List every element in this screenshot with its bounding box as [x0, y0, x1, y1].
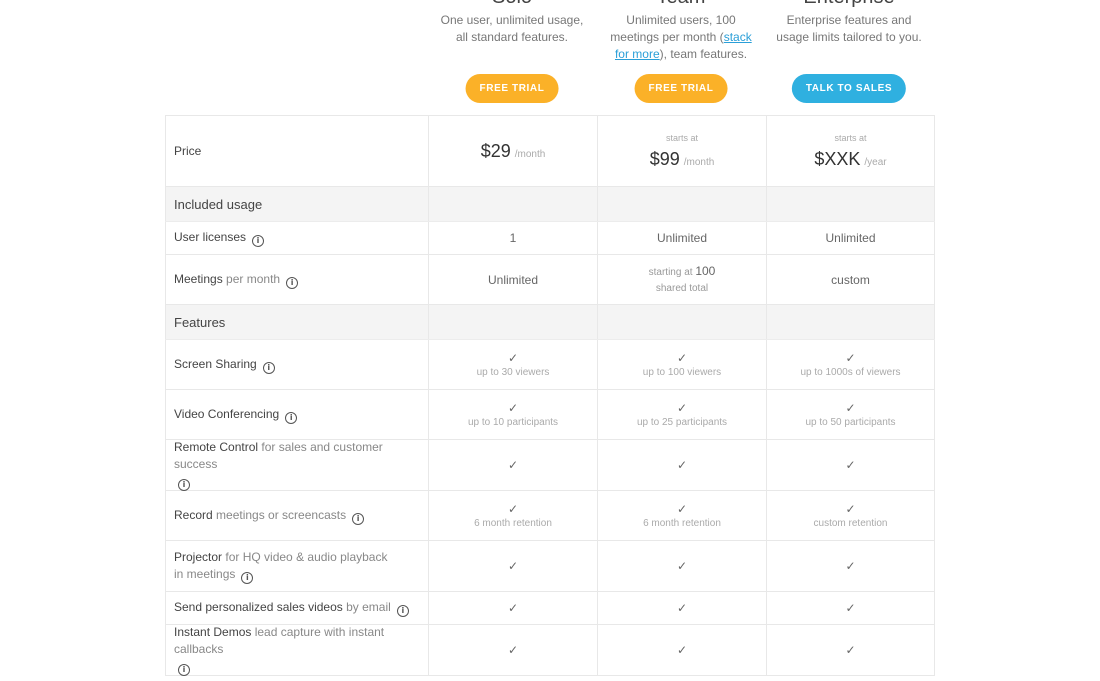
value-enterprise: custom retention	[813, 518, 888, 529]
value-team: Unlimited	[656, 231, 707, 245]
price-amount: $XXK	[814, 148, 861, 169]
table-row-meetings: Meetings per month i Unlimited starting a…	[165, 255, 935, 305]
table-row-user-licenses: User licenses i 1 Unlimited Unlimited	[165, 222, 935, 255]
row-label: Remote Control	[174, 440, 259, 454]
info-icon[interactable]: i	[252, 235, 265, 247]
check-icon: ✓	[845, 351, 856, 365]
check-icon: ✓	[676, 559, 688, 573]
plan-desc-text: ), team features.	[659, 47, 748, 61]
row-label: Send personalized sales videos	[174, 600, 343, 614]
value-solo: 1	[509, 231, 517, 245]
value-enterprise: custom	[831, 272, 870, 287]
row-label: Instant Demos	[174, 625, 252, 639]
price-enterprise: starts at $XXK /year	[766, 116, 935, 186]
starts-at-label: starts at	[834, 132, 867, 143]
plan-description: Enterprise features and usage limits tai…	[776, 13, 922, 44]
check-icon: ✓	[845, 502, 856, 516]
row-sublabel: meetings or screencasts	[216, 507, 347, 522]
info-icon[interactable]: i	[178, 479, 190, 491]
info-icon[interactable]: i	[262, 361, 275, 374]
value-team: up to 25 participants	[636, 417, 728, 428]
check-icon: ✓	[845, 601, 856, 615]
row-sublabel: per month	[226, 271, 281, 286]
plan-description: One user, unlimited usage, all standard …	[440, 13, 584, 44]
table-row-record: Record meetings or screencasts i ✓ 6 month…	[165, 491, 935, 541]
row-label: Projector	[174, 549, 223, 564]
value-team: starting at 100 shared total	[648, 263, 716, 294]
price-unit: /year	[864, 156, 887, 168]
pricing-table: Price $29 /month starts at $99 /month st…	[165, 115, 935, 676]
row-label: Screen Sharing	[174, 356, 257, 371]
plan-name: Team	[597, 0, 765, 9]
check-icon: ✓	[845, 458, 856, 472]
section-title: Features	[174, 314, 226, 330]
table-row-send-videos: Send personalized sales videos by email i…	[165, 592, 935, 625]
check-icon: ✓	[676, 401, 688, 415]
info-icon[interactable]: i	[352, 512, 365, 525]
table-row-remote-control: Remote Control for sales and customer su…	[165, 440, 935, 491]
info-icon[interactable]: i	[396, 605, 409, 617]
price-unit: /month	[514, 148, 546, 160]
value-enterprise: up to 50 participants	[805, 417, 896, 428]
price-team: starts at $99 /month	[597, 116, 766, 186]
table-row-price: Price $29 /month starts at $99 /month st…	[165, 116, 935, 187]
team-free-trial-button[interactable]: FREE TRIAL	[634, 74, 728, 103]
section-title: Included usage	[174, 196, 263, 212]
check-icon: ✓	[507, 559, 519, 573]
row-label: Video Conferencing	[174, 406, 280, 421]
check-icon: ✓	[507, 351, 519, 365]
check-icon: ✓	[676, 502, 688, 516]
value-solo: 6 month retention	[474, 518, 552, 529]
plan-desc-text: Unlimited users, 100 meetings per month …	[610, 13, 736, 44]
plan-name: Solo	[428, 0, 596, 9]
price-unit: /month	[683, 156, 715, 168]
price-amount: $99	[649, 148, 680, 169]
table-row-instant-demos: Instant Demos lead capture with instant …	[165, 625, 935, 676]
check-icon: ✓	[507, 401, 519, 415]
table-row-screen-sharing: Screen Sharing i ✓ up to 30 viewers ✓ up to…	[165, 340, 935, 390]
check-icon: ✓	[676, 601, 688, 615]
info-icon[interactable]: i	[241, 571, 254, 584]
solo-free-trial-button[interactable]: FREE TRIAL	[465, 74, 559, 103]
check-icon: ✓	[676, 351, 688, 365]
table-row-video-conferencing: Video Conferencing i ✓ up to 10 participan…	[165, 390, 935, 440]
price-label: Price	[174, 143, 202, 158]
value-solo: up to 10 participants	[467, 417, 559, 428]
value-solo: Unlimited	[487, 272, 538, 287]
row-sublabel: by email	[346, 600, 391, 614]
value-team: 6 month retention	[643, 518, 721, 529]
plan-name: Enterprise	[765, 0, 933, 9]
talk-to-sales-button[interactable]: TALK TO SALES	[791, 74, 907, 103]
check-icon: ✓	[676, 458, 688, 472]
info-icon[interactable]: i	[286, 276, 299, 289]
price-amount: $29	[480, 140, 511, 161]
check-icon: ✓	[507, 643, 519, 657]
row-label: Meetings	[174, 271, 223, 286]
row-label: Price	[165, 116, 428, 186]
check-icon: ✓	[845, 643, 856, 657]
value-solo: up to 30 viewers	[476, 367, 550, 378]
plan-description: Unlimited users, 100 meetings per month …	[607, 12, 755, 63]
info-icon[interactable]: i	[285, 411, 298, 424]
check-icon: ✓	[507, 458, 519, 472]
value-enterprise: up to 1000s of viewers	[800, 367, 901, 378]
check-icon: ✓	[676, 643, 688, 657]
row-label: User licenses	[174, 230, 247, 244]
value-enterprise: Unlimited	[825, 231, 876, 245]
starts-at-label: starts at	[665, 132, 698, 143]
table-row-projector: Projector for HQ video & audio playback …	[165, 541, 935, 592]
info-icon[interactable]: i	[178, 664, 190, 676]
section-included-usage: Included usage	[165, 187, 935, 222]
section-features: Features	[165, 305, 935, 340]
plans-header: Solo One user, unlimited usage, all stan…	[0, 0, 1100, 115]
check-icon: ✓	[845, 559, 856, 573]
price-solo: $29 /month	[428, 116, 597, 186]
value-team: up to 100 viewers	[642, 367, 722, 378]
check-icon: ✓	[507, 502, 519, 516]
check-icon: ✓	[845, 401, 856, 415]
row-label: Record	[174, 507, 213, 522]
check-icon: ✓	[507, 601, 519, 615]
